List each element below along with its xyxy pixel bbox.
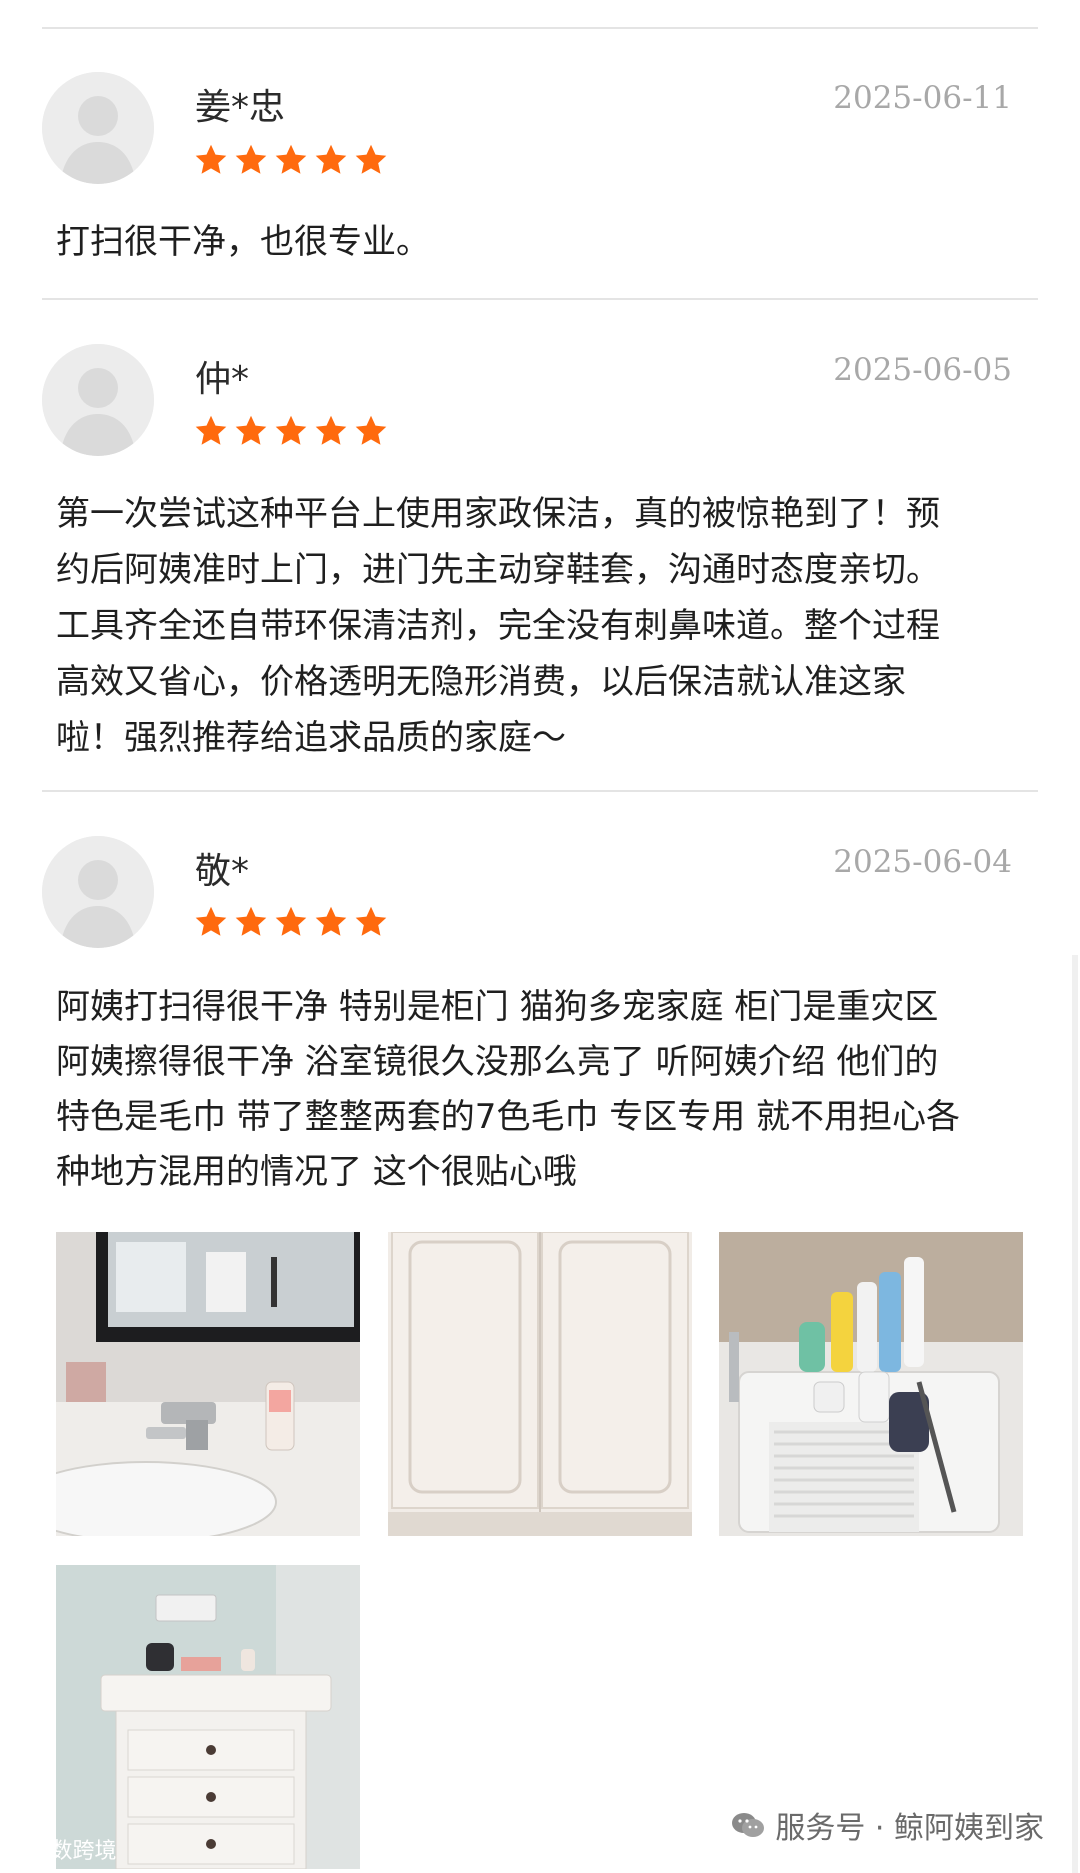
- top-divider: [42, 27, 1038, 29]
- star-icon: [275, 906, 307, 936]
- review-text: 阿姨打扫得很干净 特别是柜门 猫狗多宠家庭 柜门是重灾区 阿姨擦得很干净 浴室镜…: [56, 980, 1016, 1200]
- star-icon: [315, 906, 347, 936]
- watermark-right-label: 服务号 · 鲸阿姨到家: [775, 1811, 1044, 1846]
- review-text-line: 阿姨打扫得很干净 特别是柜门 猫狗多宠家庭 柜门是重灾区: [56, 987, 939, 1027]
- reviewer-name: 仲*: [195, 359, 250, 400]
- rating-stars: [193, 142, 389, 178]
- review-divider: [42, 790, 1038, 792]
- review-photo-nightstand[interactable]: [56, 1565, 360, 1869]
- review-text: 第一次尝试这种平台上使用家政保洁，真的被惊艳到了！预 约后阿姨准时上门，进门先主…: [56, 486, 1016, 766]
- star-icon: [275, 144, 307, 174]
- user-silhouette-icon: [42, 72, 154, 184]
- watermark-left-label: 大数跨境: [28, 1839, 117, 1864]
- review-text-line: 种地方混用的情况了 这个很贴心哦: [56, 1152, 577, 1192]
- watermark-right: 服务号 · 鲸阿姨到家: [731, 1803, 1044, 1847]
- review-date: 2025-06-05: [833, 352, 1012, 388]
- star-icon: [355, 415, 387, 445]
- avatar[interactable]: [42, 72, 154, 184]
- star-icon: [235, 144, 267, 174]
- user-silhouette-icon: [42, 344, 154, 456]
- star-icon: [355, 906, 387, 936]
- review-date: 2025-06-11: [833, 80, 1012, 116]
- reviewer-name: 姜*忠: [195, 87, 286, 128]
- review-text-line: 阿姨擦得很干净 浴室镜很久没那么亮了 听阿姨介绍 他们的: [56, 1042, 939, 1082]
- review-text-line: 工具齐全还自带环保清洁剂，完全没有刺鼻味道。整个过程: [56, 606, 940, 646]
- star-icon: [195, 415, 227, 445]
- star-icon: [195, 906, 227, 936]
- star-icon: [315, 415, 347, 445]
- review-photo-cabinet-doors[interactable]: [388, 1232, 692, 1536]
- rating-stars: [193, 904, 389, 940]
- review-text-line: 打扫很干净，也很专业。: [56, 222, 430, 262]
- star-icon: [235, 415, 267, 445]
- star-icon: [315, 144, 347, 174]
- scrollbar[interactable]: [1072, 955, 1078, 1873]
- reviewer-name: 敬*: [195, 851, 250, 892]
- review-text: 打扫很干净，也很专业。: [56, 214, 1016, 270]
- review-text-line: 第一次尝试这种平台上使用家政保洁，真的被惊艳到了！预: [56, 494, 940, 534]
- star-icon: [195, 144, 227, 174]
- watermark-left: ⊙ 大数跨境: [4, 1833, 116, 1865]
- review-divider: [42, 298, 1038, 300]
- star-icon: [355, 144, 387, 174]
- review-date: 2025-06-04: [833, 844, 1012, 880]
- user-silhouette-icon: [42, 836, 154, 948]
- star-icon: [235, 906, 267, 936]
- review-text-line: 约后阿姨准时上门，进门先主动穿鞋套，沟通时态度亲切。: [56, 550, 940, 590]
- review-photo-bathroom-sink[interactable]: [56, 1232, 360, 1536]
- review-text-line: 特色是毛巾 带了整整两套的7色毛巾 专区专用 就不用担心各: [56, 1097, 961, 1137]
- avatar[interactable]: [42, 344, 154, 456]
- avatar[interactable]: [42, 836, 154, 948]
- logo-icon: ⊙: [4, 1836, 23, 1862]
- rating-stars: [193, 413, 389, 449]
- review-text-line: 啦！强烈推荐给追求品质的家庭～: [56, 718, 566, 758]
- star-icon: [275, 415, 307, 445]
- wechat-icon: [732, 1813, 765, 1837]
- review-text-line: 高效又省心，价格透明无隐形消费，以后保洁就认准这家: [56, 662, 906, 702]
- review-photo-laundry-sink[interactable]: [719, 1232, 1023, 1536]
